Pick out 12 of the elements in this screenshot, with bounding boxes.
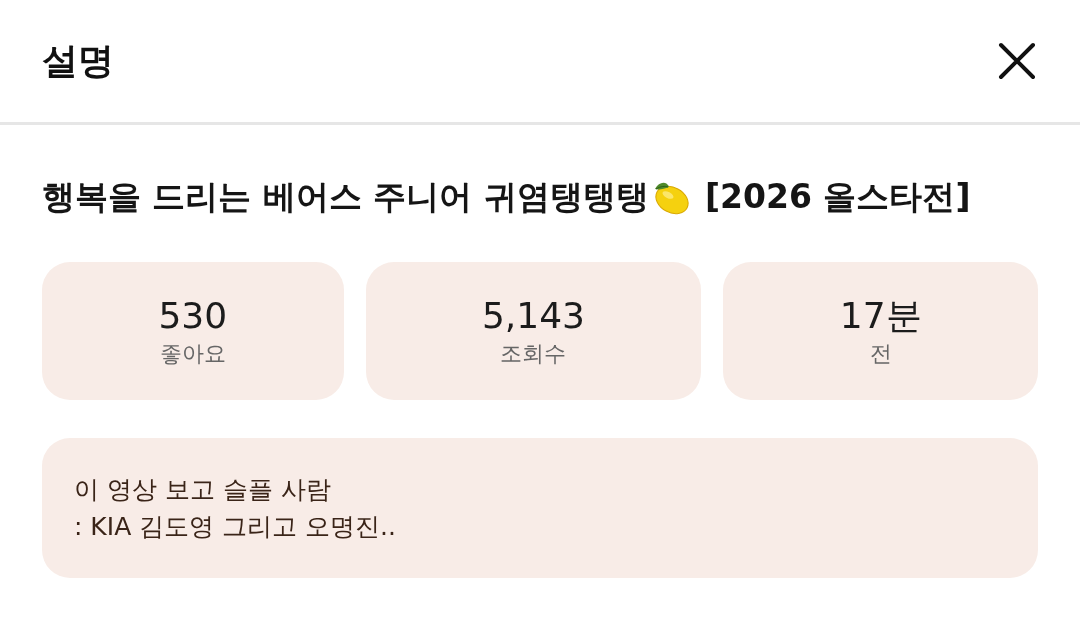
stat-label: 조회수 <box>500 340 567 367</box>
video-title-tag: [2026 올스타전] <box>704 174 971 220</box>
header-title: 설명 <box>42 39 114 83</box>
description-text: 이 영상 보고 슬플 사람 : KIA 김도영 그리고 오명진.. <box>74 474 396 543</box>
close-icon <box>998 42 1036 80</box>
stat-label: 좋아요 <box>159 340 226 367</box>
stat-value: 17분 <box>839 295 922 337</box>
stat-value: 5,143 <box>481 295 585 337</box>
close-button[interactable] <box>996 40 1038 82</box>
stat-value: 530 <box>158 295 228 337</box>
stat-label: 전 <box>869 340 892 367</box>
video-title: 행복을 드리는 베어스 주니어 귀염탱탱탱 <box>42 175 649 218</box>
